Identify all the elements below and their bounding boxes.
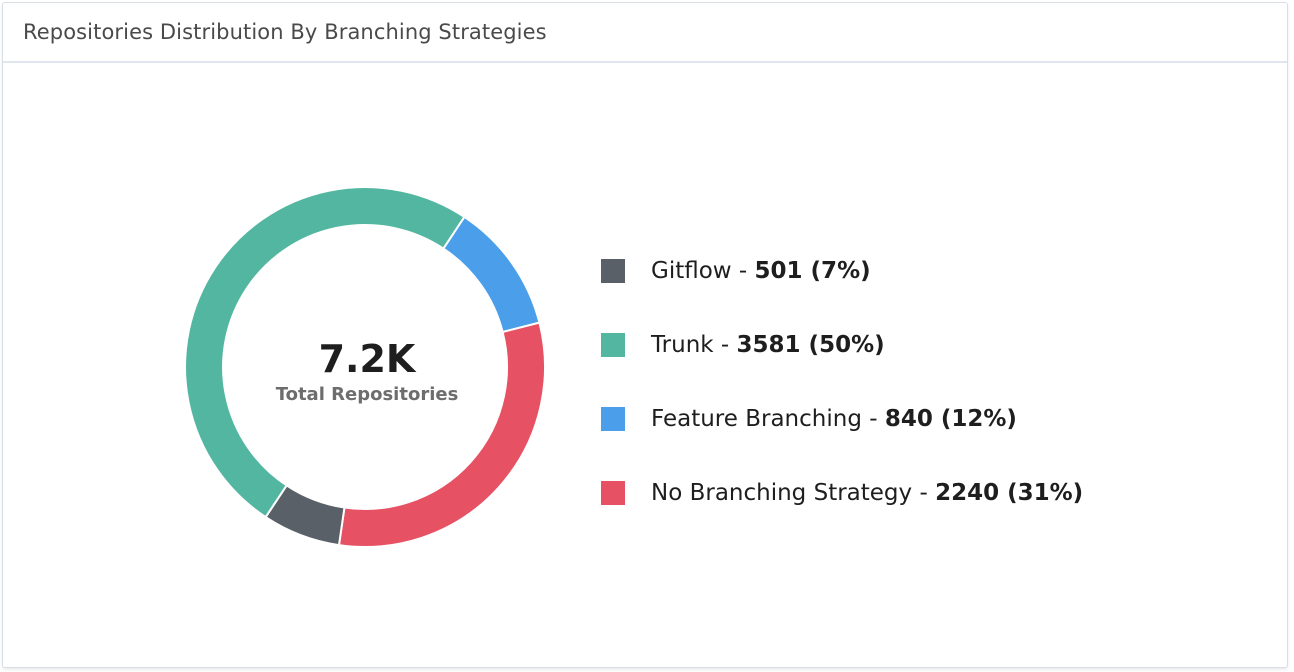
legend-name: Feature Branching - — [651, 406, 885, 432]
legend-text: Gitflow - 501 (7%) — [651, 258, 871, 284]
legend-text: Feature Branching - 840 (12%) — [651, 406, 1017, 432]
legend-value: 840 (12%) — [884, 406, 1017, 432]
legend-text: Trunk - 3581 (50%) — [651, 332, 885, 358]
chart-area: 7.2K Total Repositories Gitflow - 501 (7… — [3, 65, 1287, 667]
legend-item-feature-branching[interactable]: Feature Branching - 840 (12%) — [601, 405, 1083, 433]
legend-name: Trunk - — [651, 332, 737, 358]
card-header: Repositories Distribution By Branching S… — [3, 3, 1287, 63]
legend-swatch — [601, 481, 625, 505]
legend-text: No Branching Strategy - 2240 (31%) — [651, 480, 1083, 506]
legend-swatch — [601, 333, 625, 357]
legend-value: 2240 (31%) — [935, 480, 1084, 506]
legend-value: 501 (7%) — [754, 258, 871, 284]
legend-name: No Branching Strategy - — [651, 480, 936, 506]
legend-name: Gitflow - — [651, 258, 755, 284]
legend-value: 3581 (50%) — [736, 332, 885, 358]
legend-swatch — [601, 259, 625, 283]
legend: Gitflow - 501 (7%) Trunk - 3581 (50%) Fe… — [601, 257, 1083, 553]
legend-item-trunk[interactable]: Trunk - 3581 (50%) — [601, 331, 1083, 359]
legend-item-gitflow[interactable]: Gitflow - 501 (7%) — [601, 257, 1083, 285]
total-label: Total Repositories — [275, 384, 459, 405]
donut-slice-feature-branching[interactable] — [441, 215, 541, 334]
total-value: 7.2K — [318, 337, 416, 381]
legend-swatch — [601, 407, 625, 431]
card-title: Repositories Distribution By Branching S… — [23, 20, 547, 44]
legend-item-no-branching-strategy[interactable]: No Branching Strategy - 2240 (31%) — [601, 479, 1083, 507]
chart-card: Repositories Distribution By Branching S… — [2, 2, 1288, 668]
